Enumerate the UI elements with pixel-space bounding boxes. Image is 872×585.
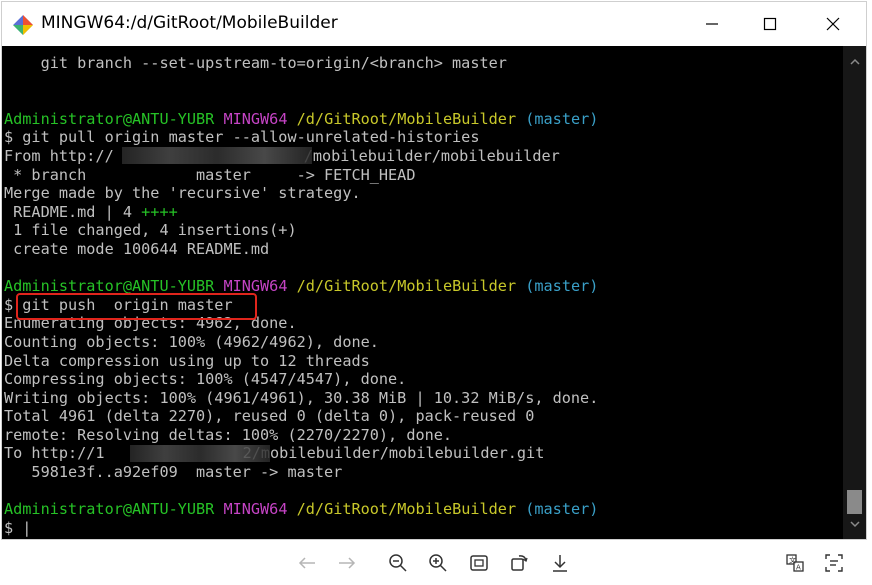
- translate-icon: 文A: [786, 554, 804, 572]
- redacted-ip: [130, 445, 270, 462]
- chevron-down-icon: [849, 521, 860, 528]
- readme-stat: README.md | 4: [4, 202, 142, 221]
- scroll-up-button[interactable]: [843, 54, 866, 70]
- zoom-out-icon: [389, 554, 407, 572]
- download-button[interactable]: [548, 551, 572, 575]
- window-title: MINGW64:/d/GitRoot/MobileBuilder: [41, 13, 338, 33]
- highlight-box: [16, 293, 257, 320]
- vertical-scrollbar[interactable]: [843, 46, 866, 539]
- prompt-path: /d/GitRoot/MobileBuilder: [296, 109, 517, 128]
- forward-arrow-icon: [339, 557, 356, 569]
- fit-screen-button[interactable]: [467, 551, 491, 575]
- terminal-line: Total 4961 (delta 2270), reused 0 (delta…: [4, 407, 535, 426]
- close-icon: [826, 17, 840, 31]
- terminal-line: Writing objects: 100% (4961/4961), 30.38…: [4, 388, 599, 407]
- translate-button[interactable]: 文A: [783, 551, 807, 575]
- terminal-window: MINGW64:/d/GitRoot/MobileBuilder git bra…: [1, 1, 867, 540]
- text-recognition-icon: [825, 554, 843, 572]
- fit-screen-icon: [470, 555, 488, 571]
- prompt-user: Administrator@ANTU-YUBR: [4, 109, 215, 128]
- from-suffix: /mobilebuilder/mobilebuilder: [303, 146, 560, 165]
- input-prompt[interactable]: $ |: [4, 519, 843, 538]
- shell-prompt: Administrator@ANTU-YUBR MINGW64 /d/GitRo…: [4, 110, 843, 129]
- terminal-line: Counting objects: 100% (4962/4962), done…: [4, 332, 379, 351]
- shell-prompt: Administrator@ANTU-YUBR MINGW64 /d/GitRo…: [4, 500, 843, 519]
- prompt-branch: (master): [525, 277, 599, 296]
- prompt-branch: (master): [525, 500, 599, 519]
- terminal-line: Merge made by the 'recursive' strategy.: [4, 184, 361, 203]
- maximize-button[interactable]: [740, 2, 800, 46]
- forward-button[interactable]: [335, 551, 359, 575]
- scroll-down-button[interactable]: [843, 516, 866, 532]
- terminal-line: 5981e3f..a92ef09 master -> master: [4, 463, 343, 482]
- title-bar[interactable]: MINGW64:/d/GitRoot/MobileBuilder: [2, 2, 866, 46]
- scrollbar-thumb[interactable]: [847, 490, 862, 514]
- svg-text:文: 文: [789, 556, 796, 565]
- text-recognition-button[interactable]: [822, 551, 846, 575]
- close-button[interactable]: [803, 2, 863, 46]
- terminal-line: create mode 100644 README.md: [4, 239, 270, 258]
- minimize-icon: [706, 23, 718, 25]
- to-prefix: To http://1: [4, 444, 105, 463]
- terminal-line: Compressing objects: 100% (4547/4547), d…: [4, 370, 407, 389]
- maximize-icon: [763, 17, 777, 31]
- download-icon: [553, 555, 567, 572]
- zoom-in-button[interactable]: [426, 551, 450, 575]
- readme-plus: ++++: [141, 202, 178, 221]
- terminal-line: * branch master -> FETCH_HEAD: [4, 165, 416, 184]
- terminal-line: remote: Resolving deltas: 100% (2270/227…: [4, 425, 453, 444]
- image-viewer-toolbar: 文A: [0, 541, 872, 585]
- prompt-user: Administrator@ANTU-YUBR: [4, 500, 215, 519]
- chevron-up-icon: [849, 58, 860, 65]
- prompt-shell: MINGW64: [223, 500, 288, 519]
- back-button[interactable]: [295, 551, 319, 575]
- from-prefix: From http://: [4, 146, 114, 165]
- back-arrow-icon: [298, 557, 315, 569]
- redacted-ip: [122, 147, 312, 164]
- git-bash-icon: [13, 15, 33, 35]
- prompt-path: /d/GitRoot/MobileBuilder: [296, 277, 517, 296]
- terminal-line: Delta compression using up to 12 threads: [4, 351, 370, 370]
- rotate-icon: [511, 555, 528, 571]
- prompt-branch: (master): [525, 109, 599, 128]
- rotate-button[interactable]: [507, 551, 531, 575]
- zoom-out-button[interactable]: [386, 551, 410, 575]
- prompt-path: /d/GitRoot/MobileBuilder: [296, 500, 517, 519]
- terminal-line: README.md | 4 ++++: [4, 203, 843, 222]
- svg-text:A: A: [796, 564, 801, 572]
- command-line: $ git pull origin master --allow-unrelat…: [4, 128, 480, 147]
- to-suffix: 2/mobilebuilder/mobilebuilder.git: [242, 444, 545, 463]
- terminal-line: git branch --set-upstream-to=origin/<bra…: [4, 54, 507, 72]
- terminal-line: 1 file changed, 4 insertions(+): [4, 221, 297, 240]
- prompt-shell: MINGW64: [223, 109, 288, 128]
- minimize-button[interactable]: [682, 2, 742, 46]
- zoom-in-icon: [429, 554, 447, 572]
